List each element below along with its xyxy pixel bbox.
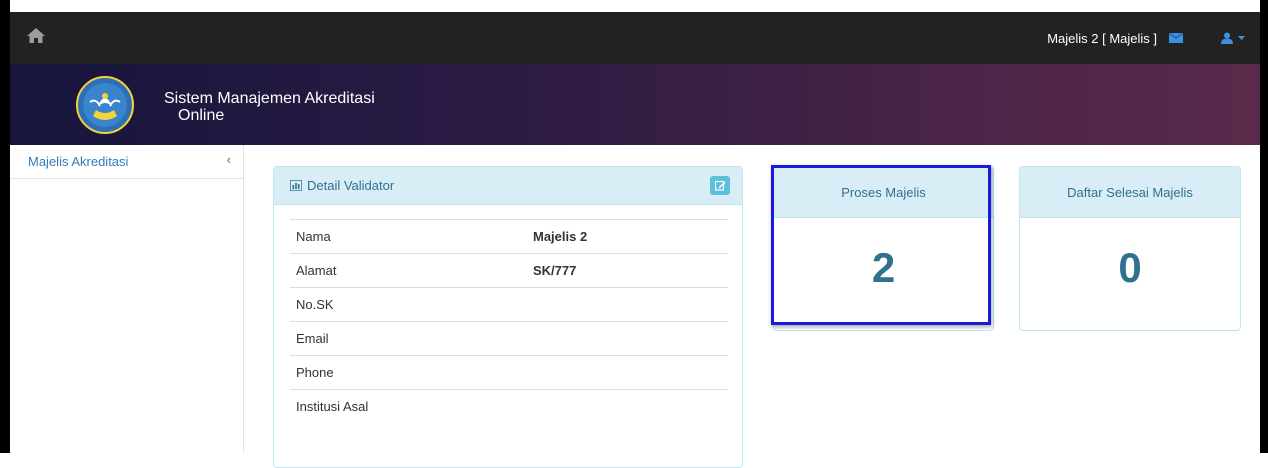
row-value bbox=[533, 321, 728, 356]
row-label: Institusi Asal bbox=[290, 389, 533, 423]
user-menu-button[interactable] bbox=[1221, 32, 1246, 44]
left-border bbox=[0, 0, 10, 453]
panel-heading: Detail Validator bbox=[274, 167, 742, 205]
row-label: Email bbox=[290, 321, 533, 356]
current-user-label[interactable]: Majelis 2 [ Majelis ] bbox=[1047, 31, 1157, 46]
home-icon[interactable] bbox=[26, 26, 46, 46]
row-value: SK/777 bbox=[533, 253, 728, 288]
sidebar: Majelis Akreditasi ‹ bbox=[10, 145, 244, 453]
tut-wuri-handayani-logo bbox=[76, 76, 134, 134]
panel-title: Detail Validator bbox=[307, 178, 395, 193]
table-row: Email bbox=[290, 321, 728, 356]
daftar-selesai-majelis-card[interactable]: Daftar Selesai Majelis 0 bbox=[1019, 166, 1241, 331]
top-margin bbox=[10, 0, 1260, 12]
bar-chart-icon bbox=[290, 180, 302, 191]
table-row: No.SK bbox=[290, 287, 728, 322]
screen: Majelis 2 [ Majelis ] Sistem Manajemen A… bbox=[0, 0, 1268, 468]
right-border bbox=[1260, 0, 1268, 453]
top-navbar: Majelis 2 [ Majelis ] bbox=[10, 12, 1260, 64]
detail-validator-panel: Detail Validator Nama Majelis 2 Alamat S… bbox=[273, 166, 743, 468]
edit-button[interactable] bbox=[710, 176, 730, 195]
caret-down-icon bbox=[1238, 36, 1245, 40]
app-title: Sistem Manajemen Akreditasi Online bbox=[164, 90, 375, 124]
card-title: Daftar Selesai Majelis bbox=[1020, 167, 1240, 218]
edit-icon bbox=[714, 180, 725, 191]
card-title: Proses Majelis bbox=[774, 167, 993, 218]
row-value: Majelis 2 bbox=[533, 219, 728, 254]
detail-table: Nama Majelis 2 Alamat SK/777 No.SK Email… bbox=[290, 219, 728, 423]
user-icon bbox=[1221, 32, 1233, 44]
row-label: Nama bbox=[290, 219, 533, 254]
envelope-icon[interactable] bbox=[1169, 33, 1183, 43]
header-banner: Sistem Manajemen Akreditasi Online bbox=[10, 64, 1260, 145]
table-row: Alamat SK/777 bbox=[290, 253, 728, 288]
row-value bbox=[533, 355, 728, 390]
table-row: Nama Majelis 2 bbox=[290, 219, 728, 254]
table-row: Institusi Asal bbox=[290, 389, 728, 423]
row-label: Alamat bbox=[290, 253, 533, 288]
row-value bbox=[533, 389, 728, 423]
table-row: Phone bbox=[290, 355, 728, 390]
topbar-user-area: Majelis 2 [ Majelis ] bbox=[1047, 12, 1260, 64]
card-value: 2 bbox=[871, 244, 896, 291]
sidebar-item-label: Majelis Akreditasi bbox=[28, 154, 129, 169]
row-value bbox=[533, 287, 728, 322]
row-label: Phone bbox=[290, 355, 533, 390]
row-label: No.SK bbox=[290, 287, 533, 322]
app-title-line1: Sistem Manajemen Akreditasi bbox=[164, 90, 375, 107]
card-value: 0 bbox=[1118, 244, 1142, 291]
sidebar-item-majelis-akreditasi[interactable]: Majelis Akreditasi ‹ bbox=[10, 145, 243, 179]
chevron-left-icon[interactable]: ‹ bbox=[227, 152, 231, 167]
app-title-line2: Online bbox=[178, 107, 225, 124]
proses-majelis-card[interactable]: Proses Majelis 2 bbox=[773, 166, 994, 331]
